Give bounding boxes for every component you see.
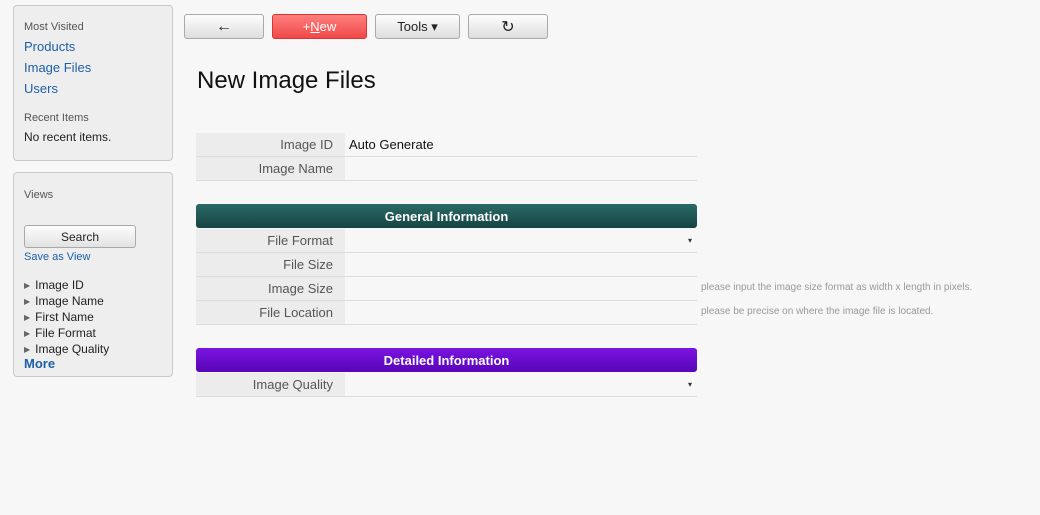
image-size-label: Image Size [196,277,345,300]
image-size-input[interactable] [349,277,697,300]
file-location-input[interactable] [349,301,697,324]
view-item-image-id[interactable]: ▶ Image ID [24,277,109,293]
image-id-value: Auto Generate [349,137,434,152]
new-button-mnemonic: N [310,19,320,34]
view-item-label: First Name [35,310,94,324]
file-location-hint: please be precise on where the image fil… [701,306,934,317]
view-list: ▶ Image ID ▶ Image Name ▶ First Name ▶ File … [24,277,109,357]
dropdown-arrow-icon: ▾ [687,380,692,389]
views-panel: Views Search Save as View ▶ Image ID ▶ Ima… [13,172,173,377]
back-arrow-icon: ← [216,17,232,35]
link-users[interactable]: Users [24,81,58,96]
detailed-information-header: Detailed Information [196,348,697,372]
more-link[interactable]: More [24,356,55,371]
save-as-view-link[interactable]: Save as View [24,251,90,263]
file-size-input[interactable] [349,253,697,276]
image-id-row: Image ID Auto Generate [196,133,697,157]
recent-items-empty: No recent items. [24,130,112,144]
image-name-row: Image Name [196,157,697,181]
image-name-label: Image Name [196,157,345,180]
view-item-image-name[interactable]: ▶ Image Name [24,293,109,309]
view-item-label: Image Quality [35,342,110,356]
new-button-plus: + [302,19,311,34]
search-button[interactable]: Search [24,225,136,248]
new-button[interactable]: + New [272,14,367,39]
view-item-file-format[interactable]: ▶ File Format [24,325,109,341]
view-item-label: Image Name [35,294,104,308]
expand-triangle-icon: ▶ [24,312,31,322]
new-button-label: ew [319,19,337,34]
refresh-button[interactable]: ↻ [468,14,548,39]
link-image-files[interactable]: Image Files [24,60,91,75]
expand-triangle-icon: ▶ [24,328,31,338]
image-size-row: Image Size [196,277,697,301]
most-visited-panel: Most Visited Products Image Files Users … [13,5,173,161]
image-name-input[interactable] [349,157,697,180]
tools-menu-button[interactable]: Tools ▾ [375,14,460,39]
view-item-image-quality[interactable]: ▶ Image Quality [24,341,109,357]
image-size-hint: please input the image size format as wi… [701,282,973,293]
file-location-label: File Location [196,301,345,324]
file-format-select[interactable]: ▾ [349,229,697,252]
back-button[interactable]: ← [184,14,264,39]
image-quality-label: Image Quality [196,373,345,396]
file-location-row: File Location [196,301,697,325]
expand-triangle-icon: ▶ [24,280,31,290]
file-size-row: File Size [196,253,697,277]
views-label: Views [24,189,54,201]
image-id-label: Image ID [196,133,345,156]
dropdown-arrow-icon: ▾ [687,236,692,245]
page-title: New Image Files [197,67,376,94]
file-format-row: File Format ▾ [196,229,697,253]
view-item-label: Image ID [35,278,84,292]
image-quality-row: Image Quality ▾ [196,373,697,397]
image-quality-select[interactable]: ▾ [349,373,697,396]
refresh-icon: ↻ [501,18,515,36]
view-item-label: File Format [35,326,96,340]
file-size-label: File Size [196,253,345,276]
view-item-first-name[interactable]: ▶ First Name [24,309,109,325]
file-format-label: File Format [196,229,345,252]
most-visited-label: Most Visited [24,21,84,33]
expand-triangle-icon: ▶ [24,344,31,354]
link-products[interactable]: Products [24,39,75,54]
expand-triangle-icon: ▶ [24,296,31,306]
recent-items-label: Recent Items [24,112,89,124]
general-information-header: General Information [196,204,697,228]
